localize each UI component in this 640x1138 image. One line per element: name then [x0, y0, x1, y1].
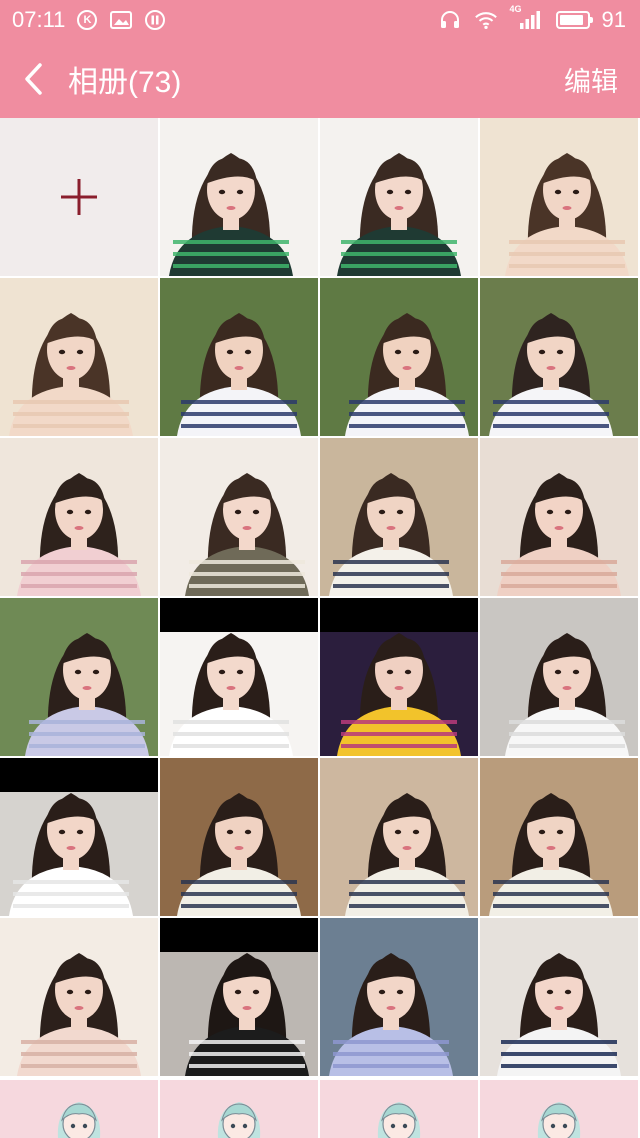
- photo-thumbnail[interactable]: [320, 758, 478, 916]
- page-title: 相册(73): [68, 66, 182, 99]
- photo-grid: [0, 118, 640, 1076]
- cartoon-avatar-icon: [537, 1102, 581, 1138]
- status-bar: 07:11 K 4G 91: [0, 0, 640, 40]
- photo-thumbnail[interactable]: [0, 758, 158, 916]
- photo-thumbnail[interactable]: [160, 278, 318, 436]
- photo-thumbnail[interactable]: [160, 598, 318, 756]
- photo-thumbnail[interactable]: [480, 598, 638, 756]
- battery-icon: [555, 11, 593, 29]
- add-photo-button[interactable]: [0, 118, 158, 276]
- photo-thumbnail[interactable]: [160, 758, 318, 916]
- photo-thumbnail[interactable]: [320, 918, 478, 1076]
- plus-icon: [61, 179, 97, 215]
- edit-button[interactable]: 编辑: [564, 60, 618, 99]
- image-notification-icon: [109, 8, 133, 32]
- cartoon-avatar-icon: [377, 1102, 421, 1138]
- wifi-icon: [474, 8, 498, 32]
- photo-thumbnail[interactable]: [160, 918, 318, 1076]
- photo-thumbnail[interactable]: [480, 438, 638, 596]
- photo-thumbnail[interactable]: [0, 918, 158, 1076]
- app-header: 相册(73) 编辑: [0, 40, 640, 118]
- pause-icon: [143, 8, 167, 32]
- back-button[interactable]: [6, 40, 62, 118]
- photo-thumbnail[interactable]: [160, 438, 318, 596]
- network-type-label: 4G: [509, 4, 522, 14]
- photo-letterbox: [160, 598, 318, 632]
- signal-icon: 4G: [510, 4, 544, 32]
- photo-thumbnail[interactable]: [320, 598, 478, 756]
- cartoon-avatar-icon: [217, 1102, 261, 1138]
- photo-letterbox: [0, 758, 158, 792]
- photo-letterbox: [320, 598, 478, 632]
- photo-thumbnail[interactable]: [160, 118, 318, 276]
- k-app-icon: K: [75, 8, 99, 32]
- photo-letterbox: [160, 918, 318, 952]
- photo-thumbnail[interactable]: [480, 758, 638, 916]
- photo-thumbnail[interactable]: [480, 278, 638, 436]
- photo-thumbnail[interactable]: [0, 598, 158, 756]
- photo-thumbnail[interactable]: [480, 118, 638, 276]
- battery-level: 91: [601, 7, 626, 32]
- sticker-thumbnail[interactable]: [320, 1080, 478, 1138]
- photo-thumbnail[interactable]: [0, 278, 158, 436]
- sticker-thumbnail[interactable]: [480, 1080, 638, 1138]
- photo-thumbnail[interactable]: [0, 438, 158, 596]
- bottom-strip: [0, 1080, 640, 1138]
- photo-thumbnail[interactable]: [480, 918, 638, 1076]
- photo-thumbnail[interactable]: [320, 278, 478, 436]
- sticker-thumbnail[interactable]: [0, 1080, 158, 1138]
- clock: 07:11: [12, 7, 66, 32]
- cartoon-avatar-icon: [57, 1102, 101, 1138]
- chevron-left-icon: [25, 63, 42, 95]
- headset-icon: [438, 8, 462, 32]
- sticker-thumbnail[interactable]: [160, 1080, 318, 1138]
- photo-thumbnail[interactable]: [320, 118, 478, 276]
- photo-thumbnail[interactable]: [320, 438, 478, 596]
